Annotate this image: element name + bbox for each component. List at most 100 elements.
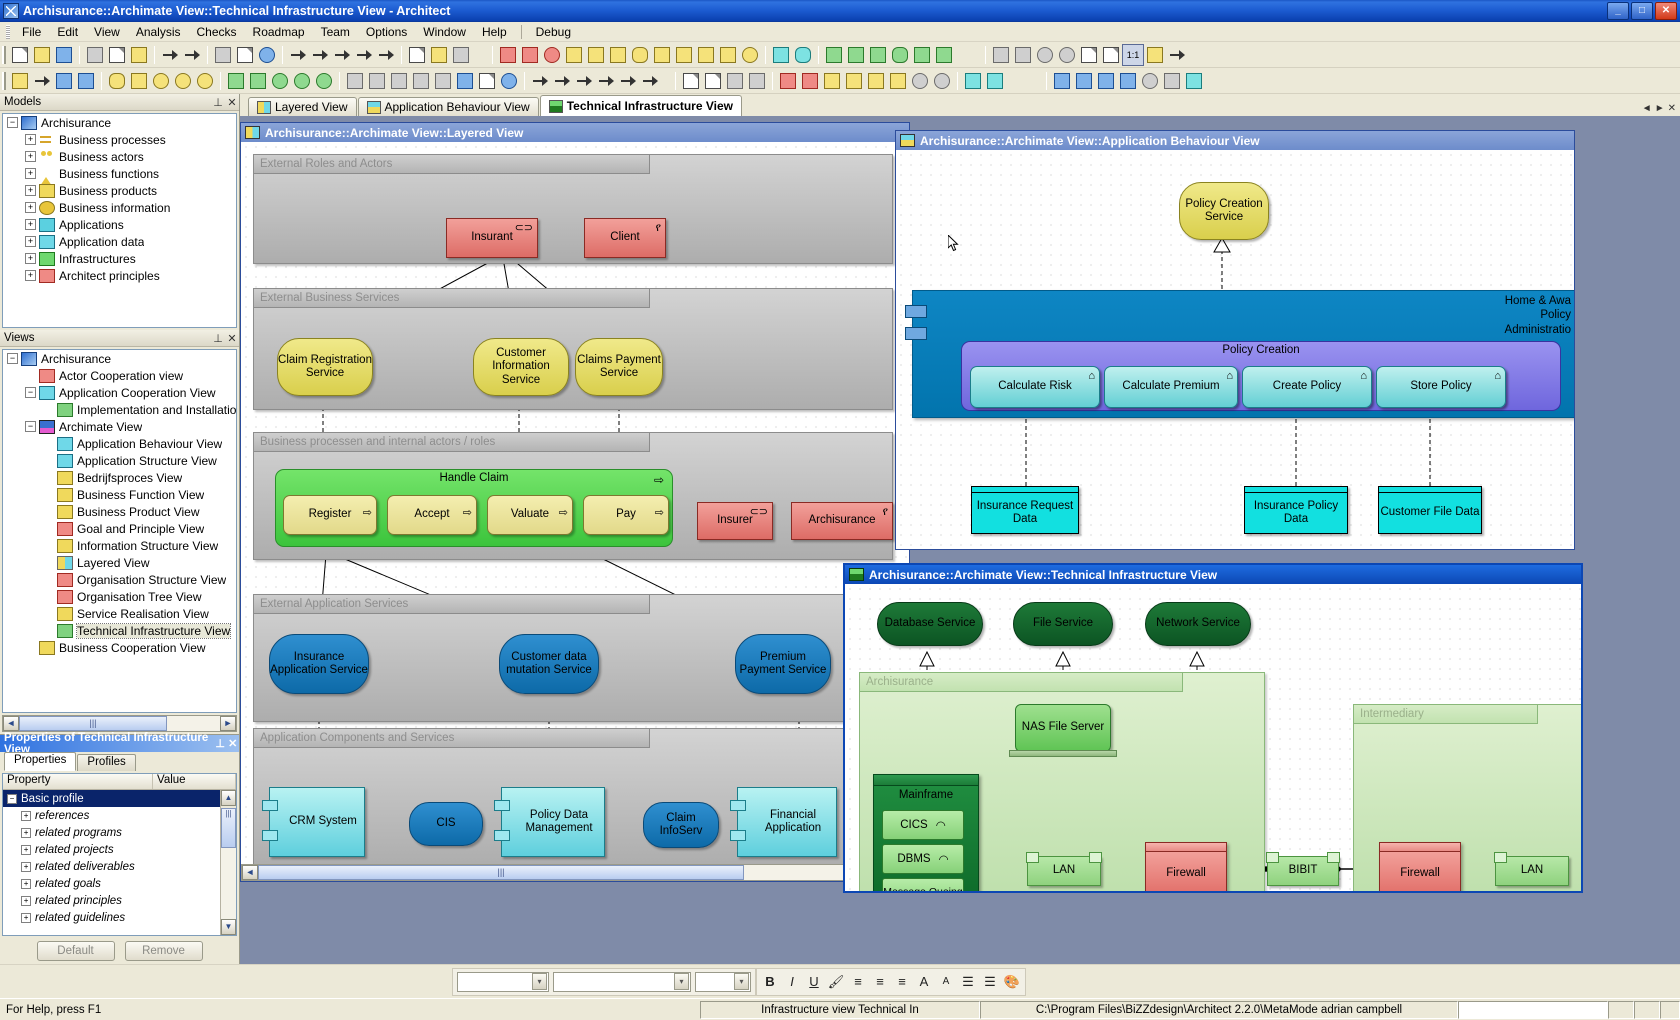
shape-red-icon[interactable] [777,70,799,92]
application-behaviour-canvas[interactable]: Policy Creation Service Home & Awa Polic… [896,150,1574,549]
sidebar-item-archimate-view[interactable]: − Archimate View [3,418,236,435]
expander-icon[interactable]: − [7,117,18,128]
scroll-left-icon[interactable]: ◄ [3,716,19,731]
contract-icon[interactable] [717,44,739,66]
paste-icon[interactable] [128,44,150,66]
scissors-icon[interactable] [410,70,432,92]
align-left-icon[interactable]: ≡ [847,971,869,993]
shape-yellow4-icon[interactable] [887,70,909,92]
green-circle2-icon[interactable] [291,70,313,92]
group-external-roles-actors[interactable]: External Roles and Actors [253,154,893,264]
application-service-claim-infoserv[interactable]: Claim InfoServ [643,802,719,848]
color-icon[interactable]: 🎨 [1001,971,1023,993]
value-icon[interactable] [739,44,761,66]
menu-item-analysis[interactable]: Analysis [128,23,189,41]
minimize-button[interactable]: _ [1607,1,1629,20]
application-service-customer-data-mutation[interactable]: Customer data mutation Service [499,634,599,694]
application-service-cis[interactable]: CIS [409,802,483,846]
cut-icon[interactable] [84,44,106,66]
business-collaboration-icon[interactable] [541,44,563,66]
property-row-7[interactable]: + related guidelines [3,909,220,926]
application-function-group-policy-creation[interactable]: Policy Creation Calculate Risk ⌂ Calcula… [961,341,1561,411]
merge-icon[interactable] [366,70,388,92]
shape-ellipse2-icon[interactable] [931,70,953,92]
role-insurant[interactable]: Insurant ⊂⊃ [446,218,538,258]
sidebar-item-application-behaviour-view[interactable]: Application Behaviour View [3,435,236,452]
green-node2-icon[interactable] [247,70,269,92]
property-row-4[interactable]: + related deliverables [3,858,220,875]
expander-icon[interactable]: + [25,219,36,230]
models-tree-item-5[interactable]: + Applications [3,216,236,233]
numbering-icon[interactable]: ☰ [979,971,1001,993]
yellow-round-icon[interactable] [106,70,128,92]
pin-icon[interactable]: ⊥ [211,332,225,345]
infrastructure-service-network[interactable]: Network Service [1145,602,1251,646]
infrastructure-service-icon[interactable] [889,44,911,66]
expander-icon[interactable]: + [25,134,36,145]
models-tree-item-1[interactable]: + Business actors [3,148,236,165]
underline-button[interactable]: U [803,971,825,993]
expander-icon[interactable]: + [21,878,31,889]
scroll-thumb[interactable]: ||| [221,808,236,848]
split-icon[interactable] [388,70,410,92]
expander-icon[interactable]: + [21,895,31,906]
tab-next-icon[interactable]: ► [1655,103,1665,114]
open-icon[interactable] [31,44,53,66]
mdi-titlebar-layered-view[interactable]: Archisurance::Archimate View::Layered Vi… [241,123,909,142]
close-button[interactable]: ✕ [1655,1,1677,20]
application-function-store-policy[interactable]: Store Policy ⌂ [1376,366,1506,408]
remove-button[interactable]: Remove [124,941,203,961]
zoom-out-icon[interactable] [1056,44,1078,66]
zoom-100-icon[interactable]: 1:1 [1122,43,1144,66]
toolbar-grip-2[interactable] [2,71,6,90]
property-row-6[interactable]: + related principles [3,892,220,909]
font-family-combo[interactable]: ▾ [457,971,549,992]
business-interface-icon[interactable] [563,44,585,66]
business-object-icon[interactable] [651,44,673,66]
sidebar-item-information-structure-view[interactable]: Information Structure View [3,537,236,554]
align-center-icon[interactable]: ≡ [869,971,891,993]
menu-item-options[interactable]: Options [358,23,415,41]
sidebar-item-layered-view[interactable]: Layered View [3,554,236,571]
network-lan[interactable]: LAN [1026,852,1102,886]
menu-item-view[interactable]: View [86,23,128,41]
edit-text-icon[interactable] [680,70,702,92]
line-3-icon[interactable] [573,70,595,92]
property-row-5[interactable]: + related goals [3,875,220,892]
data-object-customer-file[interactable]: Customer File Data [1378,486,1482,534]
font-size-combo[interactable]: ▾ [695,971,751,992]
window-controls[interactable]: _ □ ✕ [1607,1,1680,20]
views-tree[interactable]: − Archisurance Actor Cooperation view − Ap… [2,349,237,713]
question-icon[interactable] [498,70,520,92]
layered-view-hscrollbar[interactable]: ◄ ||| [241,864,909,881]
align-left-tool-icon[interactable] [1051,70,1073,92]
menu-item-edit[interactable]: Edit [49,23,86,41]
sidebar-item-actor-cooperation-view[interactable]: Actor Cooperation view [3,367,236,384]
grid-icon[interactable] [1183,70,1205,92]
undo-icon[interactable] [159,44,181,66]
scroll-track[interactable] [221,848,236,919]
models-tree-root[interactable]: − Archisurance [3,114,236,131]
technical-infrastructure-canvas[interactable]: Database Service File Service Network Se… [845,584,1581,891]
sidebar-item-business-product-view[interactable]: Business Product View [3,503,236,520]
report-icon[interactable] [476,70,498,92]
scroll-left-icon[interactable]: ◄ [242,865,258,880]
network-lan-2[interactable]: LAN [1494,852,1569,886]
chevron-down-icon[interactable]: ▾ [734,973,749,990]
expander-icon[interactable]: − [7,353,18,364]
infrastructure-service-database[interactable]: Database Service [877,602,983,646]
network-bibit[interactable]: BIBIT [1266,852,1340,886]
pen-icon[interactable] [702,70,724,92]
toolbar-grip[interactable] [2,45,6,64]
maximize-button[interactable]: □ [1631,1,1653,20]
mdi-window-technical-infrastructure-view[interactable]: Archisurance::Archimate View::Technical … [843,563,1583,893]
system-software-icon[interactable] [933,44,955,66]
sidebar-item-goal-and-principle-view[interactable]: Goal and Principle View [3,520,236,537]
shape-red2-icon[interactable] [799,70,821,92]
artefact-message-queing[interactable]: Message Queing [882,878,964,891]
line-2-icon[interactable] [551,70,573,92]
yellow-circle-icon[interactable] [150,70,172,92]
mdi-titlebar-technical-infrastructure-view[interactable]: Archisurance::Archimate View::Technical … [845,565,1581,584]
line-6-icon[interactable] [639,70,661,92]
expander-icon[interactable]: − [25,387,36,398]
